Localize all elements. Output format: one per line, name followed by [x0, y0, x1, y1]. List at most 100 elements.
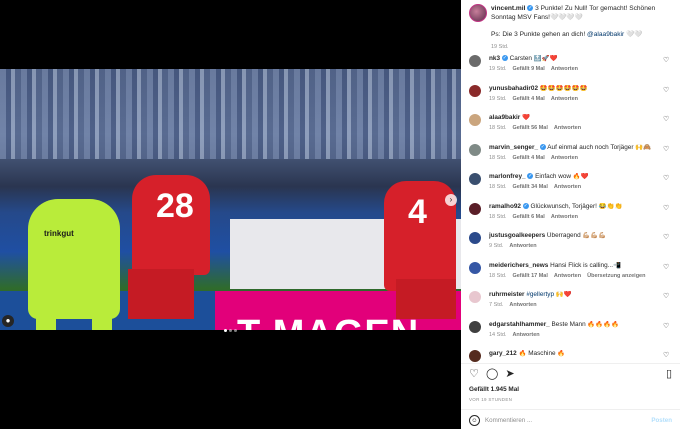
comment-like-count[interactable]: Gefällt 6 Mal [512, 214, 544, 220]
comment-item: ramalho92 ✓ Glückwunsch, Torjäger! 😂👏👏 18… [469, 202, 677, 229]
post-date: VOR 19 STUNDEN [469, 397, 513, 402]
commenter-avatar[interactable] [469, 143, 481, 156]
comment-like-count[interactable]: Gefällt 4 Mal [512, 96, 544, 102]
comment-item: justusgoalkeepers Überragend 💪🏼💪🏼💪🏼 9 Std… [469, 232, 677, 258]
comment-meta: 18 Std. Gefällt 34 Mal Antworten [489, 184, 581, 190]
hashtag-link[interactable]: #gellertyp [526, 291, 554, 298]
comment-age: 18 Std. [489, 272, 507, 279]
comment-like-heart-icon[interactable]: ♡ [663, 205, 671, 213]
commenter-username[interactable]: justusgoalkeepers [489, 232, 545, 239]
comment-like-count[interactable]: Gefällt 17 Mal [512, 273, 547, 279]
comment-age: 18 Std. [489, 213, 507, 220]
next-image-button[interactable]: › [445, 194, 457, 206]
verified-icon: ✓ [522, 202, 529, 209]
comments-scroll[interactable]: vincent.mil ✓ 3 Punkte! Zu Null! Tor gem… [461, 0, 680, 363]
comment-like-heart-icon[interactable]: ♡ [663, 116, 671, 124]
commenter-avatar[interactable] [469, 114, 481, 126]
commenter-username[interactable]: yunusbahadir02 [489, 85, 538, 92]
comment-bubble-icon[interactable]: ◯ [486, 368, 498, 380]
comment-text: ruhrmeister #gellertyp 🙌❤️ [489, 291, 572, 298]
commenter-avatar[interactable] [469, 320, 481, 333]
comment-text: alaa9bakir ❤️ [489, 114, 531, 121]
commenter-avatar[interactable] [469, 55, 481, 67]
reply-button[interactable]: Antworten [554, 273, 581, 279]
bookmark-icon[interactable]: ▯ [663, 368, 675, 380]
add-comment-bar: ☺ Posten [461, 412, 680, 429]
comment-like-count[interactable]: Gefällt 34 Mal [512, 184, 547, 190]
comment-like-count[interactable]: Gefällt 56 Mal [512, 125, 547, 131]
reply-button[interactable]: Antworten [551, 155, 578, 161]
commenter-username[interactable]: marlonfrey_ [489, 173, 526, 180]
comment-meta: 18 Std. Gefällt 4 Mal Antworten [489, 155, 578, 161]
commenter-username[interactable]: edgarstahlhammer_ [489, 321, 550, 328]
reply-button[interactable]: Antworten [509, 302, 536, 308]
emoji-icon[interactable]: ☺ [469, 415, 480, 426]
comment-like-count[interactable]: Gefällt 4 Mal [512, 155, 544, 161]
post-photo[interactable]: T MAGEN trinkgut 28 4 [0, 69, 461, 330]
post-comment-button[interactable]: Posten [651, 417, 672, 424]
translate-button[interactable]: Übersetzung anzeigen [587, 273, 645, 279]
like-count[interactable]: Gefällt 1.945 Mal [469, 386, 519, 393]
reply-button[interactable]: Antworten [554, 125, 581, 131]
comment-text: meiderichers_news Hansi Flick is calling… [489, 261, 621, 269]
comment-meta: 9 Std. Antworten [489, 243, 537, 249]
reply-button[interactable]: Antworten [512, 332, 539, 338]
commenter-avatar[interactable] [469, 84, 481, 97]
reply-button[interactable]: Antworten [551, 214, 578, 220]
reply-button[interactable]: Antworten [551, 66, 578, 72]
commenter-username[interactable]: meiderichers_news [489, 262, 548, 269]
commenter-username[interactable]: alaa9bakir [489, 114, 520, 121]
caption-text: vincent.mil ✓ 3 Punkte! Zu Null! Tor gem… [491, 5, 677, 52]
commenter-username[interactable]: marvin_senger_ [489, 144, 538, 151]
commenter-avatar[interactable] [469, 202, 481, 215]
commenter-avatar[interactable] [469, 291, 481, 303]
comment-age: 14 Std. [489, 331, 507, 338]
post-sidebar: vincent.mil ✓ 3 Punkte! Zu Null! Tor gem… [461, 0, 680, 429]
comment-like-heart-icon[interactable]: ♡ [663, 146, 671, 154]
reply-button[interactable]: Antworten [554, 184, 581, 190]
comment-like-heart-icon[interactable]: ♡ [663, 234, 671, 242]
comment-input[interactable] [485, 415, 635, 426]
commenter-username[interactable]: ruhrmeister [489, 291, 525, 298]
verified-icon: ✓ [501, 55, 508, 62]
comment-like-heart-icon[interactable]: ♡ [663, 175, 671, 183]
comment-like-heart-icon[interactable]: ♡ [663, 57, 671, 65]
author-username[interactable]: vincent.mil [491, 5, 525, 12]
comment-age: 18 Std. [489, 184, 507, 190]
commenter-username[interactable]: gary_212 [489, 350, 517, 357]
commenter-avatar[interactable] [469, 350, 481, 362]
like-heart-icon[interactable]: ♡ [468, 368, 480, 380]
comment-meta: 18 Std. Gefällt 56 Mal Antworten [489, 125, 581, 131]
comment-like-heart-icon[interactable]: ♡ [663, 293, 671, 301]
commenter-username[interactable]: ramalho92 [489, 203, 521, 210]
commenter-username[interactable]: nk3 [489, 55, 500, 62]
comment-item: marlonfrey_ ✓ Einfach wow 🔥❤️ 18 Std. Gefä… [469, 173, 677, 199]
goalkeeper-figure: trinkgut [28, 199, 120, 319]
verified-icon: ✓ [527, 173, 534, 180]
comment-item: edgarstahlhammer_ Beste Mann 🔥🔥🔥🔥 14 Std.… [469, 320, 677, 347]
sponsor-text: trinkgut [44, 229, 74, 238]
share-send-icon[interactable]: ➤ [504, 368, 516, 380]
carousel-dots [0, 319, 461, 337]
commenter-avatar[interactable] [469, 173, 481, 185]
mention-link[interactable]: @alaa9bakir [587, 31, 624, 38]
comment-item: marvin_senger_ ✓ Auf einmal auch noch To… [469, 143, 677, 170]
comment-item: yunusbahadir02 🤩🤩🤩🤩🤩🤩 19 Std. Gefällt 4 Ma… [469, 84, 677, 111]
comment-like-count[interactable]: Gefällt 9 Mal [512, 66, 544, 72]
author-avatar[interactable] [469, 4, 487, 22]
commenter-avatar[interactable] [469, 261, 481, 274]
comment-like-heart-icon[interactable]: ♡ [663, 323, 671, 331]
comment-like-heart-icon[interactable]: ♡ [663, 87, 671, 95]
comment-text: nk3 ✓ Carsten 🔝🚀❤️ [489, 55, 558, 62]
comment-item: ruhrmeister #gellertyp 🙌❤️ 7 Std. Antworte… [469, 291, 677, 317]
comment-like-heart-icon[interactable]: ♡ [663, 352, 671, 360]
commenter-avatar[interactable] [469, 232, 481, 244]
comment-age: 18 Std. [489, 125, 507, 131]
reply-button[interactable]: Antworten [509, 243, 536, 249]
reply-button[interactable]: Antworten [551, 96, 578, 102]
comment-meta: 19 Std. Gefällt 9 Mal Antworten [489, 66, 578, 72]
comment-age: 19 Std. [489, 95, 507, 102]
comment-text: edgarstahlhammer_ Beste Mann 🔥🔥🔥🔥 [489, 320, 620, 328]
comment-like-heart-icon[interactable]: ♡ [663, 264, 671, 272]
tagged-users-icon[interactable]: ● [2, 315, 14, 327]
